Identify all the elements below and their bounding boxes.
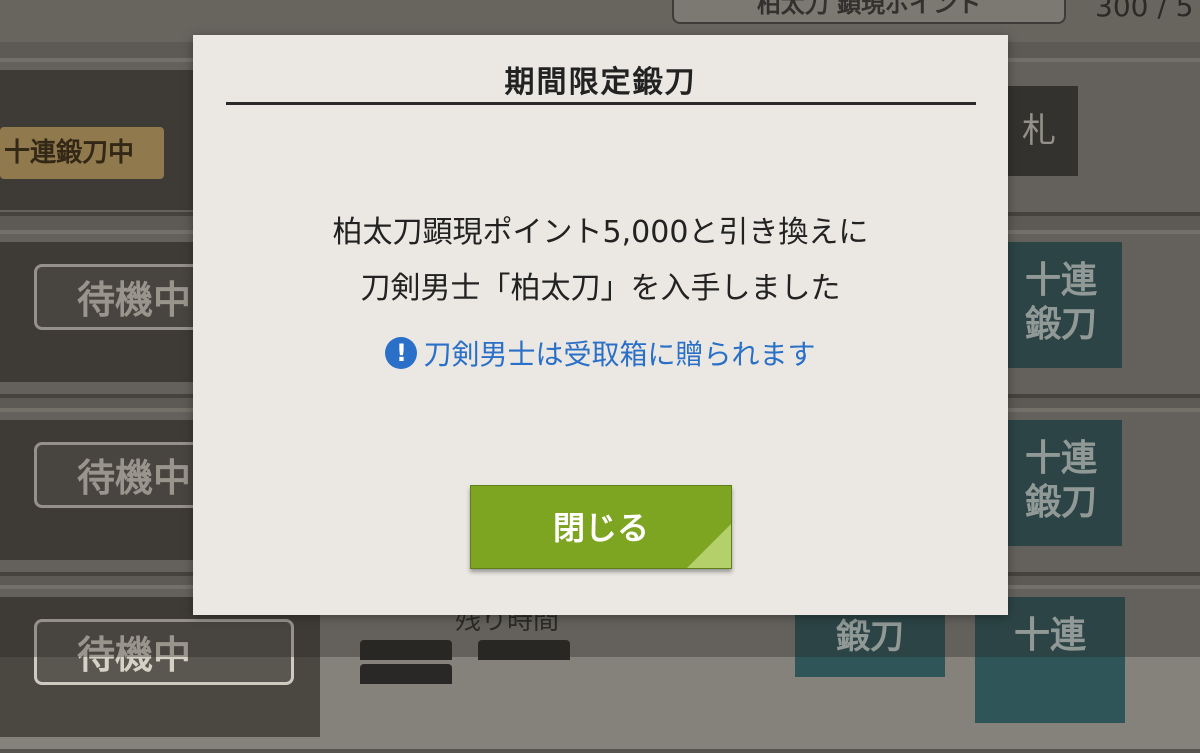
dialog-title: 期間限定鍛刀: [504, 65, 697, 100]
message-line-2: 刀剣男士「柏太刀」を入手しました: [360, 271, 841, 306]
message-line-1: 柏太刀顕現ポイント5,000と引き換えに: [332, 215, 869, 250]
dialog-message: 柏太刀顕現ポイント5,000と引き換えに 刀剣男士「柏太刀」を入手しました: [193, 205, 1008, 317]
close-button[interactable]: 閉じる: [470, 485, 732, 569]
close-button-label: 閉じる: [552, 509, 649, 547]
button-corner-decoration: [687, 524, 731, 568]
title-divider: [226, 102, 976, 105]
exclamation-info-icon: !: [385, 337, 418, 369]
dialog-note: ! 刀剣男士は受取箱に贈られます: [193, 333, 1008, 373]
note-text: 刀剣男士は受取箱に贈られます: [423, 338, 816, 371]
limited-forge-dialog: 期間限定鍛刀 柏太刀顕現ポイント5,000と引き換えに 刀剣男士「柏太刀」を入手…: [193, 35, 1008, 615]
